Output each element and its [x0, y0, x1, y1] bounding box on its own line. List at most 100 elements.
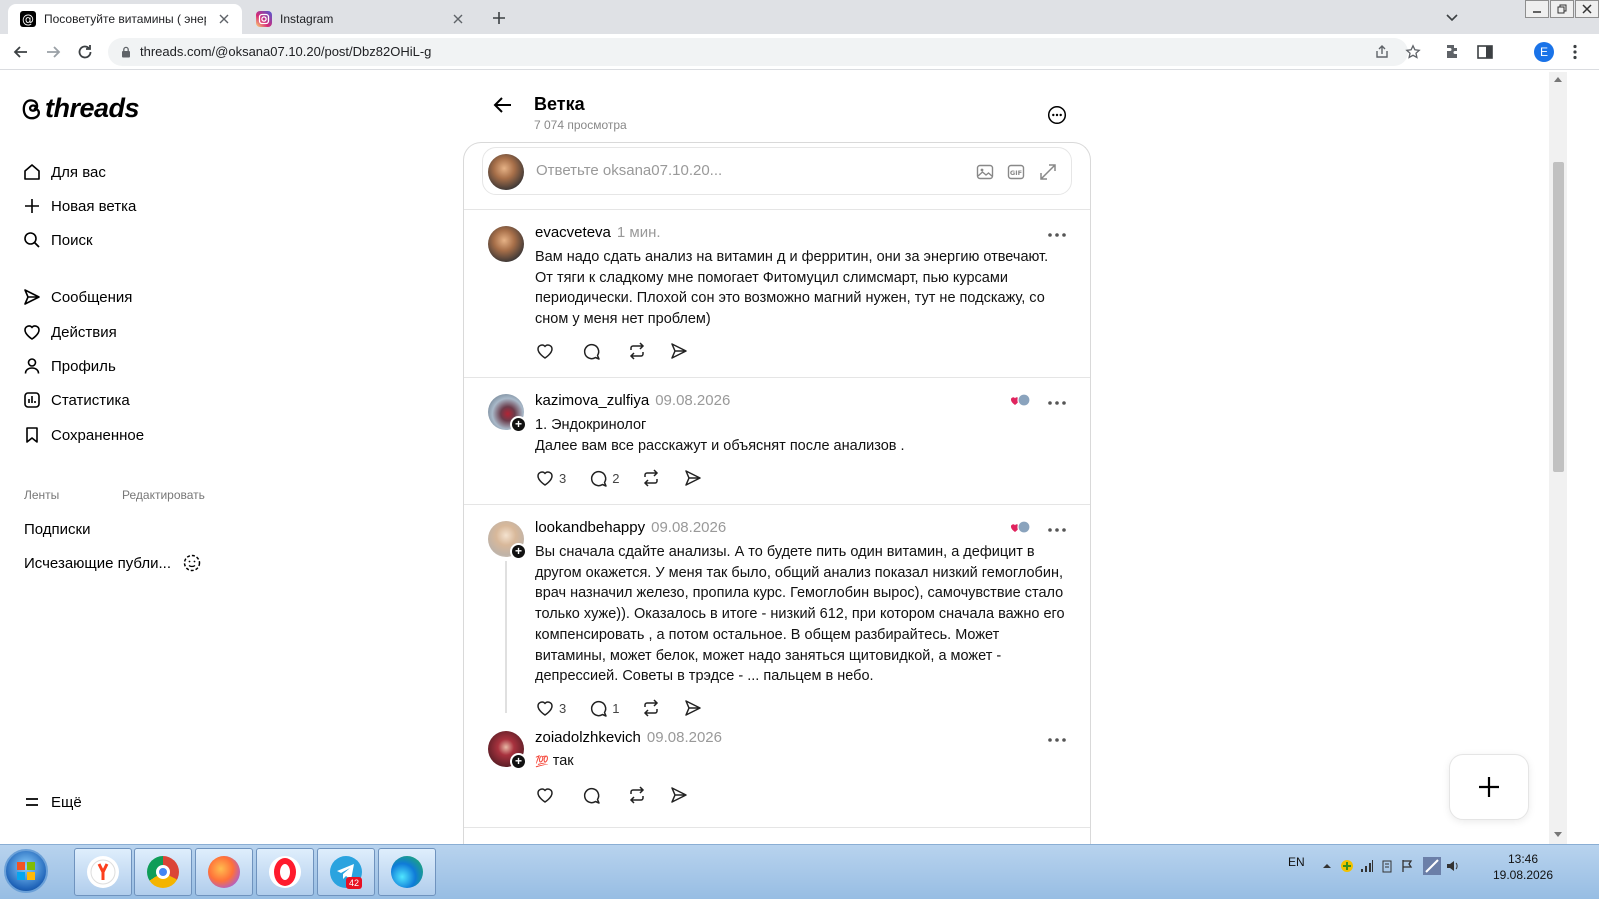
threads-logo[interactable]: threads: [21, 93, 140, 124]
tab-instagram[interactable]: Instagram: [244, 4, 476, 34]
avatar[interactable]: [488, 226, 524, 262]
post-actions: 3 2: [535, 468, 725, 488]
repost-button[interactable]: [627, 785, 647, 805]
address-bar[interactable]: threads.com/@oksana07.10.20/post/Dbz82OH…: [108, 38, 1421, 66]
post-date[interactable]: 09.08.2026: [651, 519, 726, 536]
nav-statistics[interactable]: Статистика: [22, 386, 130, 414]
share-button[interactable]: [683, 698, 703, 718]
start-button[interactable]: [4, 849, 48, 893]
reply-button[interactable]: 1: [588, 698, 619, 718]
reply-button[interactable]: 2: [588, 468, 619, 488]
close-window-icon[interactable]: [1575, 0, 1599, 18]
more-menu[interactable]: Ещё: [22, 788, 82, 816]
more-options-icon[interactable]: [1047, 105, 1067, 125]
action-center-flag-icon[interactable]: [1400, 859, 1414, 873]
taskbar-edge[interactable]: [378, 848, 436, 896]
taskbar-telegram[interactable]: 42: [317, 848, 375, 896]
close-icon[interactable]: [216, 11, 232, 27]
reply-button[interactable]: [581, 785, 605, 805]
tab-search-chevron-icon[interactable]: [1444, 9, 1460, 25]
repost-button[interactable]: [641, 698, 661, 718]
like-button[interactable]: 3: [535, 698, 566, 718]
reply-composer[interactable]: Ответьте oksana07.10.20... GIF: [482, 147, 1072, 195]
avatar[interactable]: +: [488, 731, 527, 770]
post-menu-icon[interactable]: [1047, 232, 1067, 238]
lock-icon[interactable]: [120, 46, 132, 58]
taskbar-yandex[interactable]: [74, 848, 132, 896]
kebab-menu-icon[interactable]: [1566, 43, 1584, 61]
disappearing-timer-icon[interactable]: [182, 553, 202, 573]
like-button[interactable]: [535, 341, 559, 361]
nav-profile[interactable]: Профиль: [22, 352, 116, 380]
like-button[interactable]: [535, 785, 559, 805]
taskbar-firefox[interactable]: [195, 848, 253, 896]
scrollbar-thumb[interactable]: [1553, 162, 1564, 472]
forward-icon[interactable]: [43, 42, 63, 62]
post-date[interactable]: 09.08.2026: [655, 392, 730, 409]
share-icon[interactable]: [1374, 44, 1390, 60]
new-thread-fab[interactable]: [1449, 754, 1529, 820]
taskbar-opera[interactable]: [256, 848, 314, 896]
scroll-down-icon[interactable]: [1554, 832, 1562, 838]
post-menu-icon[interactable]: [1047, 737, 1067, 743]
avatar[interactable]: +: [488, 521, 527, 560]
taskbar-clock[interactable]: 13:46 19.08.2026: [1488, 851, 1558, 883]
page-scrollbar[interactable]: [1549, 72, 1567, 844]
feed-disappearing[interactable]: Исчезающие публи...: [24, 555, 171, 572]
post-menu-icon[interactable]: [1047, 400, 1067, 406]
side-panel-icon[interactable]: [1476, 43, 1494, 61]
star-icon[interactable]: [1405, 44, 1421, 60]
nav-for-you[interactable]: Для вас: [22, 158, 106, 186]
feed-subscriptions[interactable]: Подписки: [24, 521, 91, 538]
taskbar-chrome[interactable]: [134, 848, 192, 896]
tray-expand-icon[interactable]: [1320, 859, 1334, 873]
nav-activity[interactable]: Действия: [22, 318, 117, 346]
share-button[interactable]: [683, 468, 703, 488]
signal-icon[interactable]: [1360, 859, 1374, 873]
reload-icon[interactable]: [75, 42, 95, 62]
minimize-icon[interactable]: [1525, 0, 1549, 18]
volume-icon[interactable]: [1446, 859, 1460, 873]
image-attach-icon[interactable]: [975, 162, 995, 182]
share-button[interactable]: [669, 341, 689, 361]
scroll-up-icon[interactable]: [1554, 76, 1562, 82]
expand-icon[interactable]: [1038, 162, 1058, 182]
nav-search[interactable]: Поиск: [22, 226, 93, 254]
extensions-icon[interactable]: [1444, 43, 1462, 61]
back-arrow-icon[interactable]: [492, 94, 514, 116]
tab-threads[interactable]: @ Посоветуйте витамины ( энергия: [8, 4, 242, 34]
clipboard-icon[interactable]: [1380, 859, 1394, 873]
follow-plus-icon[interactable]: +: [510, 753, 527, 770]
restore-icon[interactable]: [1550, 0, 1574, 18]
repost-button[interactable]: [627, 341, 647, 361]
close-icon[interactable]: [450, 11, 466, 27]
page-title: Ветка: [534, 94, 585, 114]
nav-saved[interactable]: Сохраненное: [22, 421, 144, 449]
back-icon[interactable]: [11, 42, 31, 62]
nav-new-thread[interactable]: Новая ветка: [22, 192, 136, 220]
language-indicator[interactable]: EN: [1288, 855, 1305, 869]
follow-plus-icon[interactable]: +: [510, 543, 527, 560]
plus-icon: [25, 199, 39, 213]
reply-button[interactable]: [581, 341, 605, 361]
avatar[interactable]: +: [488, 394, 527, 433]
edit-feeds-link[interactable]: Редактировать: [122, 488, 205, 502]
username[interactable]: evacveteva: [535, 224, 611, 241]
gif-icon[interactable]: GIF: [1006, 162, 1026, 182]
post-menu-icon[interactable]: [1047, 527, 1067, 533]
username[interactable]: lookandbehappy: [535, 519, 645, 536]
nav-messages[interactable]: Сообщения: [22, 283, 132, 311]
tab-strip: @ Посоветуйте витамины ( энергия Instagr…: [0, 0, 1599, 34]
share-button[interactable]: [669, 785, 689, 805]
profile-avatar[interactable]: E: [1534, 42, 1554, 62]
like-button[interactable]: 3: [535, 468, 566, 488]
repost-button[interactable]: [641, 468, 661, 488]
pen-tablet-icon[interactable]: [1422, 856, 1442, 876]
follow-plus-icon[interactable]: +: [510, 416, 527, 433]
username[interactable]: zoiadolzhkevich: [535, 729, 641, 746]
post-date[interactable]: 09.08.2026: [647, 729, 722, 746]
username[interactable]: kazimova_zulfiya: [535, 392, 649, 409]
new-tab-icon[interactable]: [490, 9, 508, 27]
post-date[interactable]: 1 мин.: [617, 224, 661, 241]
tray-app-icon[interactable]: [1340, 859, 1354, 873]
